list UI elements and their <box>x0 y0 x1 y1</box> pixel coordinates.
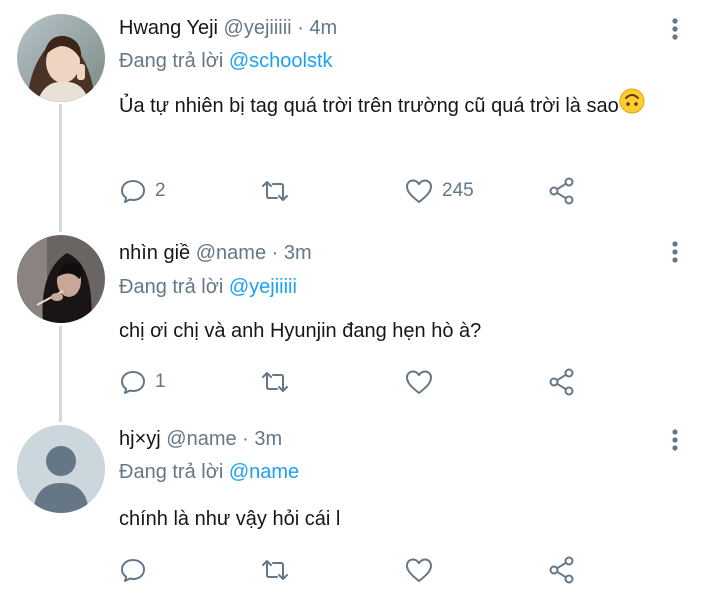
more-options-button[interactable] <box>665 16 685 42</box>
like-button[interactable] <box>404 555 442 585</box>
heart-icon <box>406 370 432 394</box>
separator-dot: · <box>271 242 279 264</box>
tweet-actions: 2 245 <box>119 176 599 206</box>
tweet-text-content: Ủa tự nhiên bị tag quá trời trên trường … <box>119 94 619 117</box>
user-handle[interactable]: @name <box>166 428 236 450</box>
reply-button[interactable]: 2 <box>119 176 166 206</box>
retweet-icon <box>262 560 288 580</box>
share-icon <box>549 368 574 396</box>
tweet-header: Hwang Yeji @yejiiiii · 4m <box>119 17 337 40</box>
vertical-dots-icon <box>672 241 678 263</box>
separator-dot: · <box>297 17 304 39</box>
tweet-actions <box>119 555 599 585</box>
separator-dot: · <box>242 428 249 450</box>
share-button[interactable] <box>547 176 577 206</box>
timestamp[interactable]: 3m <box>254 428 282 450</box>
user-handle[interactable]: @name <box>196 242 266 264</box>
reply-handle-link[interactable]: @schoolstk <box>229 50 333 72</box>
vertical-dots-icon <box>672 429 678 451</box>
like-button[interactable]: 245 <box>404 176 474 206</box>
tweet-text: chính là như vậy hỏi cái l <box>119 502 679 536</box>
timestamp[interactable]: 3m <box>284 242 312 264</box>
like-count: 245 <box>442 180 474 201</box>
heart-icon <box>406 558 432 582</box>
speech-bubble-icon <box>121 559 145 582</box>
share-icon <box>549 556 574 584</box>
display-name[interactable]: Hwang Yeji <box>119 17 218 39</box>
avatar[interactable] <box>17 14 105 102</box>
timestamp[interactable]: 4m <box>309 17 337 39</box>
reply-handle-link[interactable]: @name <box>229 461 299 483</box>
share-button[interactable] <box>547 367 577 397</box>
retweet-icon <box>262 372 288 392</box>
reply-button[interactable]: 1 <box>119 367 166 397</box>
retweet-button[interactable] <box>259 555 291 585</box>
display-name[interactable]: hj×yj <box>119 428 161 450</box>
tweet-reply-2[interactable]: hj×yj @name · 3m Đang trả lời @name chín… <box>0 416 720 597</box>
speech-bubble-icon <box>121 180 145 203</box>
reply-count: 2 <box>155 180 166 201</box>
tweet-text-content: chính là như vậy hỏi cái l <box>119 508 341 530</box>
tweet-actions: 1 <box>119 367 599 397</box>
like-button[interactable] <box>404 367 442 397</box>
upside-down-face-icon <box>619 88 645 125</box>
tweet-header: nhìn giề @name · 3m <box>119 242 312 265</box>
default-avatar[interactable] <box>17 425 105 513</box>
share-button[interactable] <box>547 555 577 585</box>
user-handle[interactable]: @yejiiiii <box>224 17 292 39</box>
heart-icon <box>406 179 432 203</box>
reply-count: 1 <box>155 371 166 392</box>
reply-context: Đang trả lời @schoolstk <box>119 50 333 73</box>
retweet-icon <box>262 181 288 201</box>
avatar[interactable] <box>17 235 105 323</box>
reply-prefix: Đang trả lời <box>119 276 224 298</box>
default-user-icon <box>17 425 105 513</box>
tweet-text: Ủa tự nhiên bị tag quá trời trên trường … <box>119 88 679 125</box>
more-options-button[interactable] <box>665 239 685 265</box>
reply-handle-link[interactable]: @yejiiiii <box>229 276 297 298</box>
tweet-text-content: chị ơi chị và anh Hyunjin đang hẹn hò à? <box>119 320 482 342</box>
reply-context: Đang trả lời @name <box>119 461 299 484</box>
speech-bubble-icon <box>121 371 145 394</box>
reply-button[interactable] <box>119 555 155 585</box>
reply-prefix: Đang trả lời <box>119 461 224 483</box>
share-icon <box>549 177 574 205</box>
more-options-button[interactable] <box>665 427 685 453</box>
tweet-header: hj×yj @name · 3m <box>119 428 282 451</box>
tweet-text: chị ơi chị và anh Hyunjin đang hẹn hò à? <box>119 314 679 348</box>
display-name[interactable]: nhìn giề <box>119 242 190 264</box>
retweet-button[interactable] <box>259 176 291 206</box>
tweet-reply-1[interactable]: nhìn giề @name · 3m Đang trả lời @yejiii… <box>0 226 720 416</box>
tweet-yeji[interactable]: Hwang Yeji @yejiiiii · 4m Đang trả lời @… <box>0 0 720 215</box>
vertical-dots-icon <box>672 18 678 40</box>
retweet-button[interactable] <box>259 367 291 397</box>
reply-prefix: Đang trả lời <box>119 50 224 72</box>
reply-context: Đang trả lời @yejiiiii <box>119 276 297 299</box>
